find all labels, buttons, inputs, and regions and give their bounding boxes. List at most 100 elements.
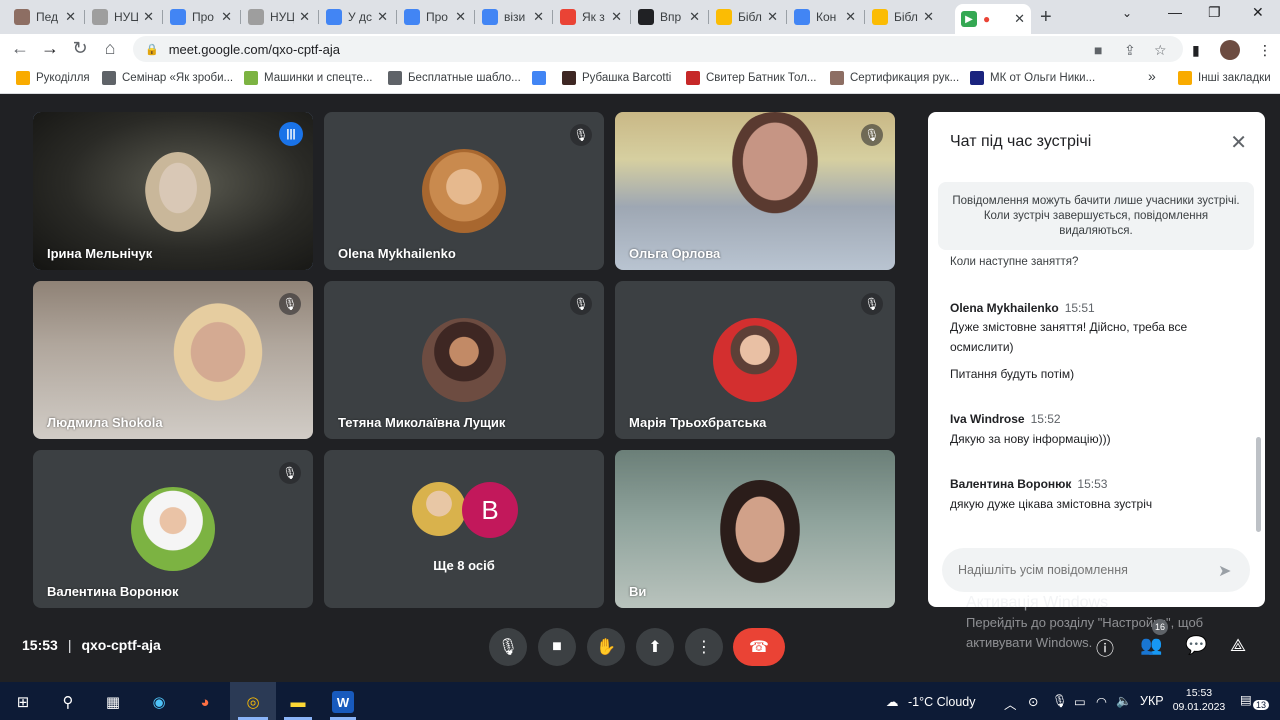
activities-icon[interactable]: ⟁ xyxy=(1230,635,1246,656)
bookmark-favicon xyxy=(102,71,116,85)
leave-call-button[interactable]: ☎ xyxy=(733,628,785,666)
more-participants-tile[interactable]: B Ще 8 осіб xyxy=(324,450,604,608)
present-button[interactable]: ⬆ xyxy=(636,628,674,666)
new-tab-button[interactable]: + xyxy=(1040,6,1052,29)
camera-icon[interactable]: ■ xyxy=(1094,42,1102,58)
microphone-tray-icon[interactable]: 🎙 xyxy=(1052,694,1068,709)
send-icon[interactable]: ➤ xyxy=(1218,561,1231,581)
bookmark-star-icon[interactable]: ☆ xyxy=(1154,42,1167,59)
volume-icon[interactable]: 🔈 xyxy=(1116,694,1132,709)
tab-search-icon[interactable]: ⌄ xyxy=(1122,6,1132,20)
info-icon[interactable]: ⓘ xyxy=(1096,635,1114,661)
firefox-icon[interactable]: ◕ xyxy=(194,691,216,713)
browser-tab[interactable]: Як з ✕ xyxy=(554,4,628,30)
browser-tab[interactable]: Про ✕ xyxy=(398,4,472,30)
raise-hand-button[interactable]: ✋ xyxy=(587,628,625,666)
chat-author: Валентина Воронюк xyxy=(950,477,1072,491)
bookmark-item[interactable]: Бесплатные шабло... xyxy=(388,71,521,85)
search-icon[interactable]: ⚲ xyxy=(57,691,79,713)
word-icon[interactable]: W xyxy=(332,691,354,713)
notifications-icon[interactable]: ▤ xyxy=(1240,692,1252,707)
menu-kebab-icon[interactable]: ⋮ xyxy=(1258,42,1272,59)
bookmark-item[interactable]: Свитер Батник Тол... xyxy=(686,71,817,85)
wifi-icon[interactable]: ◠ xyxy=(1096,694,1107,709)
close-tab-icon[interactable]: ✕ xyxy=(377,9,388,25)
more-bookmarks-button[interactable]: » xyxy=(1148,68,1156,84)
share-icon[interactable]: ⇪ xyxy=(1124,42,1136,59)
weather-widget[interactable]: ☁ -1°C Cloudy xyxy=(886,694,976,709)
participant-tile[interactable]: 🎙 Olena Mykhailenko xyxy=(324,112,604,270)
browser-tab[interactable]: Пед ✕ xyxy=(8,4,82,30)
tab-separator xyxy=(864,10,865,24)
close-tab-icon[interactable]: ✕ xyxy=(923,9,934,25)
people-icon[interactable]: 👥 xyxy=(1140,635,1162,656)
profile-avatar[interactable] xyxy=(1220,40,1240,60)
meet-tray-icon[interactable]: ⊙ xyxy=(1028,694,1038,709)
tab-title: Кон xyxy=(816,10,837,24)
reload-icon[interactable]: ↻ xyxy=(69,38,91,59)
chrome-icon[interactable]: ◎ xyxy=(242,691,264,713)
address-bar[interactable]: 🔒 meet.google.com/qxo-cptf-aja xyxy=(133,36,1183,62)
tray-chevron-icon[interactable]: ︿ xyxy=(1004,694,1017,713)
browser-tab[interactable]: У дс ✕ xyxy=(320,4,394,30)
chat-icon[interactable]: 💬 xyxy=(1185,635,1207,656)
browser-tab[interactable]: Впр ✕ xyxy=(632,4,706,30)
close-tab-icon[interactable]: ✕ xyxy=(455,9,466,25)
system-clock[interactable]: 15:53 09.01.2023 xyxy=(1172,686,1226,714)
close-tab-icon[interactable]: ✕ xyxy=(65,9,76,25)
browser-tab[interactable]: Про ✕ xyxy=(164,4,238,30)
chat-scrollbar[interactable] xyxy=(1256,437,1261,532)
chat-author: Iva Windrose xyxy=(950,412,1025,426)
bookmark-item[interactable]: Семінар «Як зроби... xyxy=(102,71,233,85)
camera-button[interactable]: ■ xyxy=(538,628,576,666)
chat-message-input[interactable] xyxy=(942,548,1250,592)
back-arrow-icon[interactable]: ← xyxy=(9,38,31,59)
battery-icon[interactable]: ▭ xyxy=(1074,694,1086,709)
browser-tab[interactable]: Кон ✕ xyxy=(788,4,862,30)
participant-tile[interactable]: 🎙 Людмила Shokola xyxy=(33,281,313,439)
participant-tile[interactable]: 🎙 Валентина Воронюк xyxy=(33,450,313,608)
bookmark-item[interactable]: Рукоділля xyxy=(16,71,90,85)
close-tab-icon[interactable]: ✕ xyxy=(689,9,700,25)
close-tab-icon[interactable]: ✕ xyxy=(221,9,232,25)
mic-button[interactable]: 🎙 xyxy=(489,628,527,666)
bookmark-item[interactable]: Рубашка Barcotti xyxy=(562,71,671,85)
participant-initial-avatar: B xyxy=(462,482,518,538)
participant-tile[interactable]: ||| Ірина Мельнічук xyxy=(33,112,313,270)
close-icon[interactable]: ✕ xyxy=(1230,130,1247,155)
participant-tile[interactable]: 🎙 Тетяна Миколаївна Лущик xyxy=(324,281,604,439)
participant-tile[interactable]: 🎙 Ольга Орлова xyxy=(615,112,895,270)
browser-tab[interactable]: НУЦ ✕ xyxy=(86,4,160,30)
task-view-icon[interactable]: ▦ xyxy=(102,691,124,713)
participant-tile[interactable]: 🎙 Марія Трьохбратська xyxy=(615,281,895,439)
close-tab-icon[interactable]: ✕ xyxy=(143,9,154,25)
tab-meet-active[interactable]: ▶ ● ✕ xyxy=(955,4,1031,34)
self-view-tile[interactable]: Ви xyxy=(615,450,895,608)
file-explorer-icon[interactable]: ▬ xyxy=(287,691,309,713)
browser-tab[interactable]: Бібл ✕ xyxy=(866,4,940,30)
windows-start-icon[interactable]: ⊞ xyxy=(12,691,34,713)
close-tab-icon[interactable]: ✕ xyxy=(767,9,778,25)
close-tab-icon[interactable]: ✕ xyxy=(845,9,856,25)
close-tab-icon[interactable]: ✕ xyxy=(611,9,622,25)
home-icon[interactable]: ⌂ xyxy=(99,38,121,59)
bookmark-item[interactable]: МК от Ольги Ники... xyxy=(970,71,1095,85)
forward-arrow-icon[interactable]: → xyxy=(39,38,61,59)
bookmark-item[interactable]: Сертификация рук... xyxy=(830,71,959,85)
close-tab-icon[interactable]: ✕ xyxy=(299,9,310,25)
browser-tab[interactable]: Бібл ✕ xyxy=(710,4,784,30)
browser-tab[interactable]: візи ✕ xyxy=(476,4,550,30)
minimize-button[interactable]: — xyxy=(1168,4,1182,20)
edge-icon[interactable]: ◉ xyxy=(148,691,170,713)
close-window-button[interactable]: ✕ xyxy=(1252,4,1264,21)
input-language[interactable]: УКР xyxy=(1140,694,1164,708)
bookmark-item[interactable]: Машинки и спецте... xyxy=(244,71,372,85)
other-bookmarks-folder[interactable]: Інші закладки xyxy=(1178,71,1271,85)
restore-button[interactable]: ❐ xyxy=(1208,4,1221,21)
browser-tab[interactable]: НУЦ ✕ xyxy=(242,4,316,30)
bookmark-item[interactable] xyxy=(532,71,552,85)
more-options-button[interactable]: ⋮ xyxy=(685,628,723,666)
sidepanel-icon[interactable]: ▮ xyxy=(1192,42,1200,59)
close-tab-icon[interactable]: ✕ xyxy=(1014,11,1025,27)
close-tab-icon[interactable]: ✕ xyxy=(533,9,544,25)
